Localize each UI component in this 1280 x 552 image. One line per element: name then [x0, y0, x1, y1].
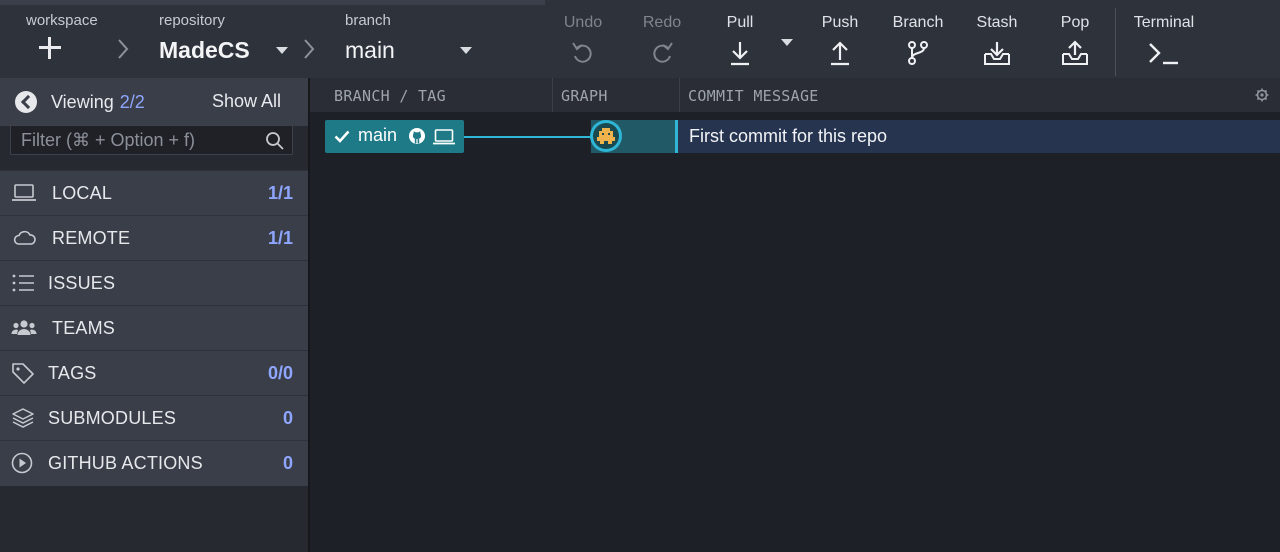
terminal-button[interactable]: Terminal [1128, 12, 1200, 72]
column-resize-handle[interactable] [552, 78, 553, 112]
pull-options-dropdown-icon[interactable] [781, 39, 793, 46]
sidebar-item-label: ISSUES [48, 273, 116, 293]
toolbar-separator [1115, 8, 1116, 76]
sidebar-item-local[interactable]: LOCAL 1/1 [0, 170, 308, 215]
cloud-icon [13, 230, 36, 245]
undo-button[interactable]: Undo [548, 12, 618, 72]
branch-button[interactable]: Branch [883, 12, 953, 72]
column-header-branch-tag[interactable]: BRANCH / TAG [334, 87, 446, 105]
show-all-button[interactable]: Show All [212, 91, 281, 112]
stash-icon [984, 42, 1010, 65]
sidebar-item-label: TEAMS [52, 318, 116, 338]
sidebar-sections: LOCAL 1/1 REMOTE 1/1 ISSUES TEAMS TAGS 0… [0, 170, 308, 486]
column-resize-handle[interactable] [679, 78, 680, 112]
pull-icon [731, 42, 749, 66]
sidebar-item-issues[interactable]: ISSUES [0, 260, 308, 305]
commit-graph-panel: BRANCH / TAG GRAPH COMMIT MESSAGE First … [310, 78, 1280, 552]
breadcrumb-chevron-icon [118, 39, 129, 59]
push-button[interactable]: Push [805, 12, 875, 72]
column-header-commit-message[interactable]: COMMIT MESSAGE [688, 87, 819, 105]
add-workspace-icon[interactable] [38, 36, 62, 60]
sidebar-item-label: TAGS [48, 363, 97, 383]
workspace-label: workspace [26, 12, 98, 29]
pixel-avatar-icon [597, 128, 615, 144]
undo-icon [572, 42, 592, 63]
avatar-image [593, 123, 619, 149]
branch-dropdown-icon[interactable] [460, 47, 472, 54]
sidebar-item-label: REMOTE [52, 228, 131, 248]
pull-button[interactable]: Pull [705, 12, 775, 72]
laptop-icon [12, 184, 36, 201]
pop-icon [1062, 40, 1088, 65]
branch-label-main[interactable]: main [325, 120, 464, 153]
pull-label: Pull [726, 14, 754, 31]
laptop-icon [433, 129, 455, 145]
left-sidebar: Viewing2/2 Show All LOCAL 1/1 REMOTE 1/1 [0, 78, 308, 552]
filter-input[interactable] [10, 125, 293, 155]
repository-dropdown-icon[interactable] [276, 47, 288, 54]
repository-name[interactable]: MadeCS [159, 37, 250, 64]
sidebar-item-count: 1/1 [267, 183, 293, 203]
push-label: Push [821, 14, 859, 31]
selected-row-accent [675, 120, 678, 153]
viewing-summary: Viewing 2/2 [51, 92, 145, 113]
back-arrow-icon[interactable] [15, 91, 37, 113]
branch-icon [908, 41, 928, 65]
viewing-header: Viewing 2/2 Show All [0, 78, 308, 126]
commit-author-avatar[interactable] [590, 120, 622, 152]
breadcrumb-chevron-icon [304, 39, 315, 59]
column-header-graph[interactable]: GRAPH [561, 87, 608, 105]
sidebar-item-label: SUBMODULES [48, 408, 177, 428]
sidebar-item-tags[interactable]: TAGS 0/0 [0, 350, 308, 395]
sidebar-item-teams[interactable]: TEAMS [0, 305, 308, 350]
checkmark-icon [334, 130, 350, 143]
gear-icon[interactable] [1255, 88, 1269, 102]
sidebar-item-count: 1/1 [267, 228, 293, 248]
play-circle-icon [11, 452, 33, 474]
pop-label: Pop [1060, 14, 1090, 31]
sidebar-item-github-actions[interactable]: GITHUB ACTIONS 0 [0, 440, 308, 485]
undo-label: Undo [563, 14, 603, 31]
repository-label: repository [159, 12, 225, 29]
tag-icon [12, 363, 34, 384]
redo-label: Redo [642, 14, 682, 31]
toolbar-top-strip [0, 0, 545, 5]
sidebar-item-submodules[interactable]: SUBMODULES 0 [0, 395, 308, 440]
sidebar-item-count: 0/0 [267, 363, 293, 383]
toolbar: workspace repository MadeCS branch main … [0, 0, 1280, 78]
stash-button[interactable]: Stash [962, 12, 1032, 72]
layers-icon [12, 408, 34, 428]
search-icon [266, 132, 284, 150]
sidebar-item-label: LOCAL [52, 183, 113, 203]
branch-label: branch [345, 12, 391, 29]
terminal-label: Terminal [1133, 14, 1195, 31]
list-icon [12, 274, 34, 292]
branch-name[interactable]: main [345, 37, 395, 64]
push-icon [831, 41, 849, 66]
sidebar-item-count: 0 [282, 408, 293, 428]
viewing-count: 2/2 [119, 92, 145, 112]
redo-icon [653, 42, 673, 63]
pop-button[interactable]: Pop [1040, 12, 1110, 72]
viewing-label: Viewing [51, 92, 114, 112]
users-icon [11, 320, 37, 335]
branch-action-label: Branch [892, 14, 944, 31]
branch-pill-name: main [358, 125, 398, 145]
redo-button[interactable]: Redo [627, 12, 697, 72]
sidebar-item-count: 0 [282, 453, 293, 473]
github-icon [409, 128, 425, 144]
sidebar-item-remote[interactable]: REMOTE 1/1 [0, 215, 308, 260]
commit-message: First commit for this repo [689, 126, 888, 146]
stash-label: Stash [976, 14, 1018, 31]
sidebar-item-label: GITHUB ACTIONS [48, 453, 203, 473]
branch-connector-line [464, 136, 592, 138]
column-headers: BRANCH / TAG GRAPH COMMIT MESSAGE [310, 78, 1280, 112]
terminal-icon [1149, 43, 1178, 65]
commit-row[interactable]: First commit for this repo [675, 120, 1280, 153]
